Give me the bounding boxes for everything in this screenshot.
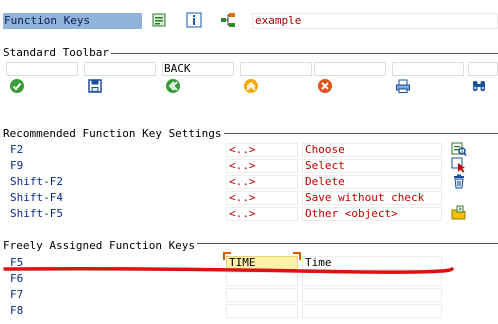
- key-label-shift-f4: Shift-F4: [10, 191, 63, 204]
- freely-assigned-title: Freely Assigned Function Keys: [3, 239, 198, 252]
- cancel-icon[interactable]: [317, 78, 333, 94]
- toolbar-cell-4[interactable]: [240, 62, 312, 76]
- selection-corner-tl: [223, 252, 231, 260]
- info-icon[interactable]: [186, 12, 202, 28]
- code-field-shift-f2[interactable]: <..>: [226, 175, 298, 189]
- choose-icon[interactable]: [451, 141, 467, 157]
- function-keys-title[interactable]: Function Keys: [3, 13, 142, 29]
- code-field-shift-f5[interactable]: <..>: [226, 207, 298, 221]
- toolbar-cell-7[interactable]: [468, 62, 498, 76]
- key-label-f9: F9: [10, 159, 24, 172]
- key-label-f7: F7: [10, 288, 24, 301]
- text-field-shift-f2[interactable]: Delete: [302, 175, 442, 189]
- key-label-f8: F8: [10, 304, 24, 317]
- text-field-shift-f4[interactable]: Save without check: [302, 191, 442, 205]
- document-icon[interactable]: [151, 12, 167, 28]
- other-object-icon[interactable]: [451, 205, 467, 221]
- code-field-f8[interactable]: [226, 304, 298, 318]
- selection-corner-tr: [293, 252, 301, 260]
- save-icon[interactable]: [87, 78, 103, 94]
- toolbar-cell-2[interactable]: [84, 62, 156, 76]
- annotation-underline: [3, 267, 454, 274]
- select-icon[interactable]: [451, 157, 467, 173]
- text-field-f7[interactable]: [302, 288, 442, 302]
- back-icon[interactable]: [165, 78, 181, 94]
- hierarchy-icon[interactable]: [220, 12, 236, 28]
- key-label-shift-f2: Shift-F2: [10, 175, 63, 188]
- exit-icon[interactable]: [243, 78, 259, 94]
- code-field-f9[interactable]: <..>: [226, 159, 298, 173]
- toolbar-cell-back[interactable]: BACK: [162, 62, 234, 76]
- key-label-shift-f5: Shift-F5: [10, 207, 63, 220]
- toolbar-cell-1[interactable]: [6, 62, 78, 76]
- code-field-f7[interactable]: [226, 288, 298, 302]
- code-field-shift-f4[interactable]: <..>: [226, 191, 298, 205]
- recommended-title: Recommended Function Key Settings: [3, 127, 224, 140]
- check-icon[interactable]: [9, 78, 25, 94]
- text-field-shift-f5[interactable]: Other <object>: [302, 207, 442, 221]
- text-field-f9[interactable]: Select: [302, 159, 442, 173]
- key-label-f2: F2: [10, 143, 24, 156]
- example-field[interactable]: example: [252, 13, 498, 29]
- text-field-f2[interactable]: Choose: [302, 143, 442, 157]
- toolbar-cell-5[interactable]: [314, 62, 386, 76]
- trash-icon[interactable]: [451, 173, 467, 189]
- code-field-f2[interactable]: <..>: [226, 143, 298, 157]
- toolbar-cell-6[interactable]: [392, 62, 464, 76]
- find-icon[interactable]: [471, 78, 487, 94]
- standard-toolbar-title: Standard Toolbar: [3, 46, 111, 59]
- print-icon[interactable]: [395, 78, 411, 94]
- text-field-f8[interactable]: [302, 304, 442, 318]
